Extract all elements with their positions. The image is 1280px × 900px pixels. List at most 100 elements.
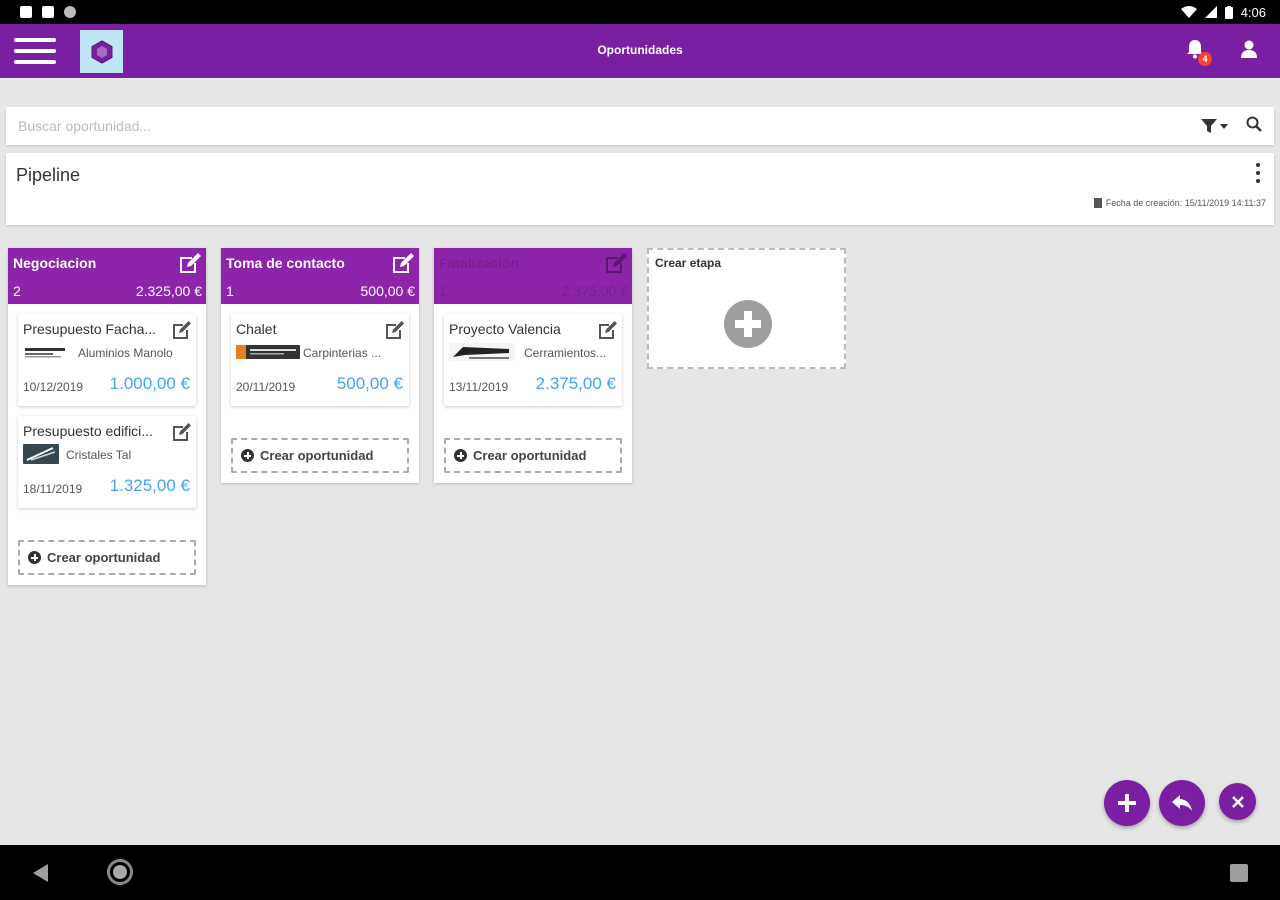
app-bar: Oportunidades 4 xyxy=(0,24,1280,78)
plus-circle-icon xyxy=(454,449,467,462)
edit-stage-icon[interactable] xyxy=(391,252,415,274)
company-logo-icon xyxy=(236,345,300,359)
create-opportunity-button[interactable]: Crear oportunidad xyxy=(231,438,409,473)
create-stage-button[interactable]: Crear etapa xyxy=(647,248,846,369)
edit-stage-icon[interactable] xyxy=(604,252,628,274)
opportunity-card[interactable]: Proyecto Valencia Cerramientos... 13/11/… xyxy=(444,314,622,406)
pipeline-card: Pipeline Fecha de creación: 15/11/2019 1… xyxy=(6,153,1274,225)
status-bar: 4:06 xyxy=(0,0,1280,24)
opportunity-title: Proyecto Valencia xyxy=(449,321,561,337)
opportunity-card[interactable]: Presupuesto Facha... Aluminios Manolo 10… xyxy=(18,314,196,406)
add-circle-icon xyxy=(724,300,772,348)
battery-icon xyxy=(1224,5,1233,19)
edit-opportunity-icon[interactable] xyxy=(172,422,192,442)
opportunity-amount: 2.375,00 € xyxy=(535,374,616,393)
stage-meta: 2 2.325,00 € xyxy=(13,283,202,299)
hamburger-menu-icon[interactable] xyxy=(14,38,56,64)
creation-date: Fecha de creación: 15/11/2019 14:11:37 xyxy=(1093,198,1266,208)
page-title: Oportunidades xyxy=(597,43,683,57)
status-system-icons: 4:06 xyxy=(1180,4,1266,20)
stage-count: 1 xyxy=(439,283,447,299)
search-input[interactable] xyxy=(6,107,1201,145)
opportunity-company: Cerramientos... xyxy=(524,346,607,360)
stage-meta: 1 500,00 € xyxy=(226,283,415,299)
plus-circle-icon xyxy=(28,551,41,564)
stage-total: 2.325,00 € xyxy=(135,283,202,299)
stage-total: 2.375,00 € xyxy=(561,283,628,299)
stage-count: 1 xyxy=(226,283,234,299)
pipeline-title: Pipeline xyxy=(16,165,81,185)
creation-date-text: Fecha de creación: 15/11/2019 14:11:37 xyxy=(1105,198,1266,208)
recent-apps-icon[interactable] xyxy=(1230,864,1248,882)
opportunity-company: Carpinterias ... xyxy=(303,346,382,360)
edit-opportunity-icon[interactable] xyxy=(385,320,405,340)
stage-toma-de-contacto: Toma de contacto 1 500,00 € Chalet Carpi… xyxy=(221,248,419,483)
stage-header: Finalización 1 2.375,00 € xyxy=(434,248,632,304)
filter-button[interactable] xyxy=(1201,118,1228,134)
user-icon xyxy=(1241,40,1257,58)
opportunity-amount: 1.325,00 € xyxy=(109,476,190,495)
back-icon[interactable] xyxy=(32,864,50,882)
more-options-icon[interactable] xyxy=(1254,163,1262,183)
plus-icon xyxy=(1118,794,1136,812)
notifications-button[interactable]: 4 xyxy=(1184,38,1212,66)
stage-count: 2 xyxy=(13,283,21,299)
stage-name: Toma de contacto xyxy=(226,255,345,271)
sync-icon xyxy=(64,6,76,18)
search-button[interactable] xyxy=(1246,116,1262,137)
search-bar xyxy=(6,107,1274,145)
opportunity-title: Presupuesto Facha... xyxy=(23,321,157,337)
caret-down-icon xyxy=(1220,123,1228,129)
hexagon-logo-icon xyxy=(91,39,112,64)
wifi-icon xyxy=(1180,6,1197,18)
create-opportunity-label: Crear oportunidad xyxy=(260,448,374,463)
stage-name: Negociacion xyxy=(13,255,97,271)
status-notification-icons xyxy=(20,6,76,18)
stage-negociacion: Negociacion 2 2.325,00 € Presupuesto Fac… xyxy=(8,248,206,585)
create-stage-label: Crear etapa xyxy=(655,256,722,270)
app-notification-icon xyxy=(20,6,32,18)
stage-finalizacion: Finalización 1 2.375,00 € Proyecto Valen… xyxy=(434,248,632,483)
opportunity-date: 18/11/2019 xyxy=(23,482,83,496)
signal-icon xyxy=(1204,6,1217,18)
stage-total: 500,00 € xyxy=(360,283,416,299)
edit-stage-icon[interactable] xyxy=(178,252,202,274)
undo-button[interactable] xyxy=(1159,780,1205,826)
stage-meta: 1 2.375,00 € xyxy=(439,283,628,299)
add-button[interactable] xyxy=(1104,780,1150,826)
opportunity-card[interactable]: Presupuesto edifici... Cristales Tal 18/… xyxy=(18,416,196,508)
opportunity-date: 13/11/2019 xyxy=(449,380,509,394)
edit-opportunity-icon[interactable] xyxy=(172,320,192,340)
opportunity-date: 10/12/2019 xyxy=(23,380,84,394)
status-time: 4:06 xyxy=(1240,4,1266,20)
create-opportunity-button[interactable]: Crear oportunidad xyxy=(18,540,196,575)
create-opportunity-label: Crear oportunidad xyxy=(473,448,587,463)
plus-circle-icon xyxy=(241,449,254,462)
reply-icon xyxy=(1172,795,1192,811)
document-icon xyxy=(1093,198,1102,208)
stage-header: Toma de contacto 1 500,00 € xyxy=(221,248,419,304)
close-button[interactable] xyxy=(1219,783,1256,820)
system-navigation-bar xyxy=(0,845,1280,900)
company-logo-icon xyxy=(449,343,515,361)
opportunity-company: Aluminios Manolo xyxy=(78,346,173,360)
company-logo-icon xyxy=(23,344,67,360)
stage-name: Finalización xyxy=(439,255,520,271)
user-profile-button[interactable] xyxy=(1240,39,1262,63)
sd-card-icon xyxy=(42,6,54,18)
filter-icon xyxy=(1201,119,1217,133)
search-icon xyxy=(1246,116,1262,132)
opportunity-amount: 1.000,00 € xyxy=(109,374,190,393)
opportunity-amount: 500,00 € xyxy=(336,374,403,393)
create-opportunity-button[interactable]: Crear oportunidad xyxy=(444,438,622,473)
stage-header: Negociacion 2 2.325,00 € xyxy=(8,248,206,304)
opportunity-card[interactable]: Chalet Carpinterias ... 20/11/2019 500,0… xyxy=(231,314,409,406)
app-logo[interactable] xyxy=(80,30,123,73)
notification-badge: 4 xyxy=(1198,52,1212,66)
opportunity-company: Cristales Tal xyxy=(66,448,132,462)
opportunity-date: 20/11/2019 xyxy=(236,380,296,394)
edit-opportunity-icon[interactable] xyxy=(598,320,618,340)
company-logo-icon xyxy=(23,444,59,464)
opportunity-title: Presupuesto edifici... xyxy=(23,423,153,439)
home-icon[interactable] xyxy=(107,859,133,885)
